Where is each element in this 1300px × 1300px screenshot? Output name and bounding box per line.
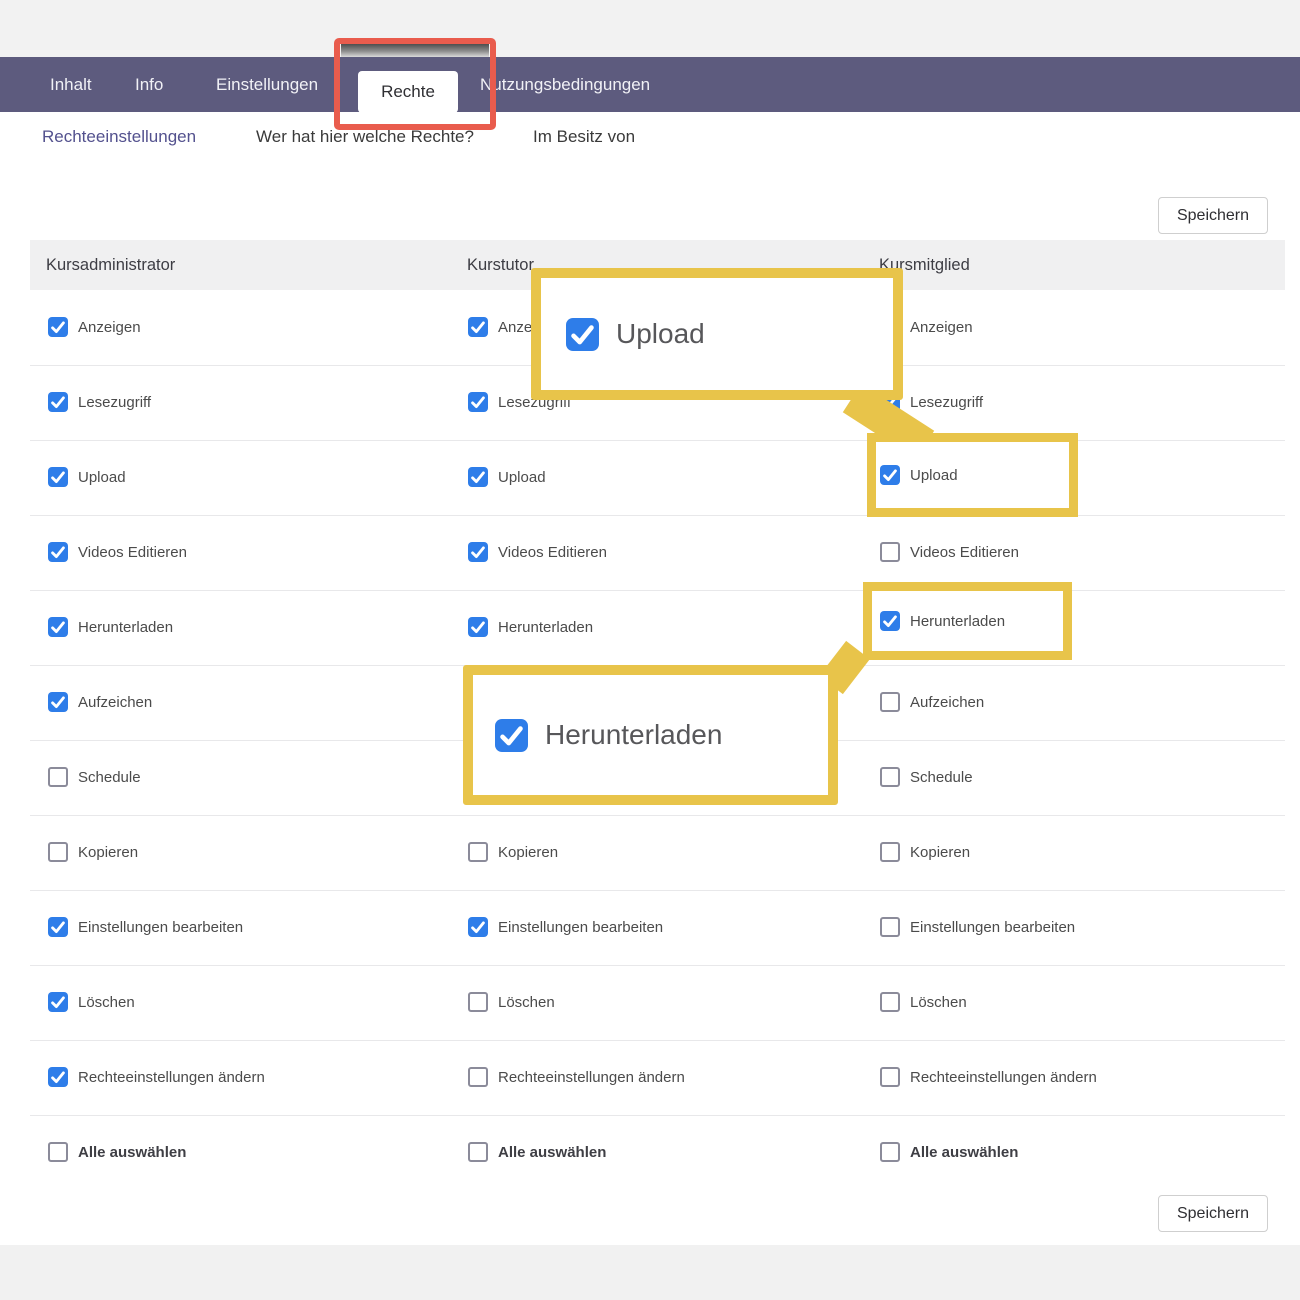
member-upload-label: Upload (910, 467, 958, 484)
permission-label: Schedule (910, 740, 973, 815)
kursadministrator-checkbox-aufzeichen[interactable] (48, 692, 68, 712)
kursadministrator-checkbox-rechteeinstellungen-ndern[interactable] (48, 1067, 68, 1087)
download-zoom-label: Herunterladen (545, 719, 722, 751)
permission-label: Anzeigen (910, 290, 973, 365)
upload-zoom-label: Upload (616, 318, 705, 350)
permission-label: Rechteeinstellungen ändern (498, 1040, 685, 1115)
permission-label: Herunterladen (498, 590, 593, 665)
column-header-kurstutor: Kurstutor (467, 240, 534, 290)
kursadministrator-checkbox-schedule[interactable] (48, 767, 68, 787)
kurstutor-checkbox-l-schen[interactable] (468, 992, 488, 1012)
download-zoom-checkbox-icon (495, 719, 528, 752)
kurstutor-checkbox-herunterladen[interactable] (468, 617, 488, 637)
tab-inhalt[interactable]: Inhalt (50, 57, 92, 112)
download-row-highlight-box: Herunterladen (863, 582, 1072, 660)
upload-row-highlight-box: Upload (867, 433, 1078, 517)
kursadministrator-checkbox-alle-ausw-hlen[interactable] (48, 1142, 68, 1162)
kurstutor-checkbox-kopieren[interactable] (468, 842, 488, 862)
column-header-kursadministrator: Kursadministrator (46, 240, 175, 290)
subtab-rechteeinstellungen[interactable]: Rechteeinstellungen (42, 112, 196, 162)
kursadministrator-checkbox-anzeigen[interactable] (48, 317, 68, 337)
member-download-label: Herunterladen (910, 613, 1005, 630)
permission-label: Alle auswählen (498, 1115, 606, 1190)
permission-label: Löschen (498, 965, 555, 1040)
kurstutor-checkbox-rechteeinstellungen-ndern[interactable] (468, 1067, 488, 1087)
kurstutor-checkbox-lesezugriff[interactable] (468, 392, 488, 412)
permission-row-videos-editieren: Videos Editieren Videos Editieren Videos E… (30, 515, 1285, 591)
tab-rechte[interactable]: Rechte (358, 71, 458, 113)
permission-row-einstellungen-bearbeiten: Einstellungen bearbeiten Einstellungen be… (30, 890, 1285, 966)
permission-label: Einstellungen bearbeiten (78, 890, 243, 965)
kursmitglied-checkbox-l-schen[interactable] (880, 992, 900, 1012)
kursmitglied-checkbox-schedule[interactable] (880, 767, 900, 787)
save-button-bottom[interactable]: Speichern (1158, 1195, 1268, 1232)
permission-label: Lesezugriff (78, 365, 151, 440)
permission-label: Einstellungen bearbeiten (910, 890, 1075, 965)
permission-label: Lesezugriff (910, 365, 983, 440)
permission-label: Löschen (910, 965, 967, 1040)
kursadministrator-checkbox-lesezugriff[interactable] (48, 392, 68, 412)
permission-row-alle-ausw-hlen: Alle auswählen Alle auswählen Alle auswähl… (30, 1115, 1285, 1190)
download-zoom-callout: Herunterladen (463, 665, 838, 805)
permission-label: Rechteeinstellungen ändern (910, 1040, 1097, 1115)
upload-zoom-callout: Upload (531, 268, 903, 400)
permission-label: Videos Editieren (910, 515, 1019, 590)
permission-label: Upload (498, 440, 546, 515)
permission-label: Upload (78, 440, 126, 515)
kursadministrator-checkbox-upload[interactable] (48, 467, 68, 487)
kursmitglied-checkbox-alle-ausw-hlen[interactable] (880, 1142, 900, 1162)
tab-info[interactable]: Info (135, 57, 163, 112)
kursadministrator-checkbox-herunterladen[interactable] (48, 617, 68, 637)
subtab-wer-hat-rechte[interactable]: Wer hat hier welche Rechte? (256, 112, 474, 162)
window-top-strip (0, 0, 1300, 57)
kurstutor-checkbox-videos-editieren[interactable] (468, 542, 488, 562)
permission-label: Schedule (78, 740, 141, 815)
permission-label: Herunterladen (78, 590, 173, 665)
kursadministrator-checkbox-kopieren[interactable] (48, 842, 68, 862)
permission-label: Aufzeichen (910, 665, 984, 740)
kurstutor-checkbox-upload[interactable] (468, 467, 488, 487)
kursadministrator-checkbox-l-schen[interactable] (48, 992, 68, 1012)
kursadministrator-checkbox-videos-editieren[interactable] (48, 542, 68, 562)
permission-label: Rechteeinstellungen ändern (78, 1040, 265, 1115)
permission-label: Kopieren (78, 815, 138, 890)
kursadministrator-checkbox-einstellungen-bearbeiten[interactable] (48, 917, 68, 937)
permission-label: Kopieren (498, 815, 558, 890)
kursmitglied-checkbox-videos-editieren[interactable] (880, 542, 900, 562)
permission-label: Aufzeichen (78, 665, 152, 740)
permission-row-upload: Upload Upload Upload (30, 440, 1285, 516)
permission-row-herunterladen: Herunterladen Herunterladen Herunterladen (30, 590, 1285, 666)
permission-row-rechteeinstellungen-ndern: Rechteeinstellungen ändern Rechteeinstell… (30, 1040, 1285, 1116)
permission-label: Alle auswählen (910, 1115, 1018, 1190)
member-upload-checkbox[interactable] (880, 465, 900, 485)
upload-zoom-checkbox-icon (566, 318, 599, 351)
tab-einstellungen[interactable]: Einstellungen (216, 57, 318, 112)
permission-label: Videos Editieren (498, 515, 607, 590)
member-download-checkbox[interactable] (880, 611, 900, 631)
permission-label: Löschen (78, 965, 135, 1040)
kurstutor-checkbox-anzeigen[interactable] (468, 317, 488, 337)
kursmitglied-checkbox-rechteeinstellungen-ndern[interactable] (880, 1067, 900, 1087)
kurstutor-checkbox-einstellungen-bearbeiten[interactable] (468, 917, 488, 937)
page-footer-strip (0, 1245, 1300, 1300)
permission-label: Videos Editieren (78, 515, 187, 590)
permission-label: Kopieren (910, 815, 970, 890)
permission-label: Einstellungen bearbeiten (498, 890, 663, 965)
subtab-im-besitz-von[interactable]: Im Besitz von (533, 112, 635, 162)
kursmitglied-checkbox-aufzeichen[interactable] (880, 692, 900, 712)
permission-row-kopieren: Kopieren Kopieren Kopieren (30, 815, 1285, 891)
permission-label: Anzeigen (78, 290, 141, 365)
kursmitglied-checkbox-einstellungen-bearbeiten[interactable] (880, 917, 900, 937)
kursmitglied-checkbox-kopieren[interactable] (880, 842, 900, 862)
kurstutor-checkbox-alle-ausw-hlen[interactable] (468, 1142, 488, 1162)
tab-nutzungsbedingungen[interactable]: Nutzungsbedingungen (480, 57, 650, 112)
save-button-top[interactable]: Speichern (1158, 197, 1268, 234)
permission-label: Alle auswählen (78, 1115, 186, 1190)
permission-row-l-schen: Löschen Löschen Löschen (30, 965, 1285, 1041)
